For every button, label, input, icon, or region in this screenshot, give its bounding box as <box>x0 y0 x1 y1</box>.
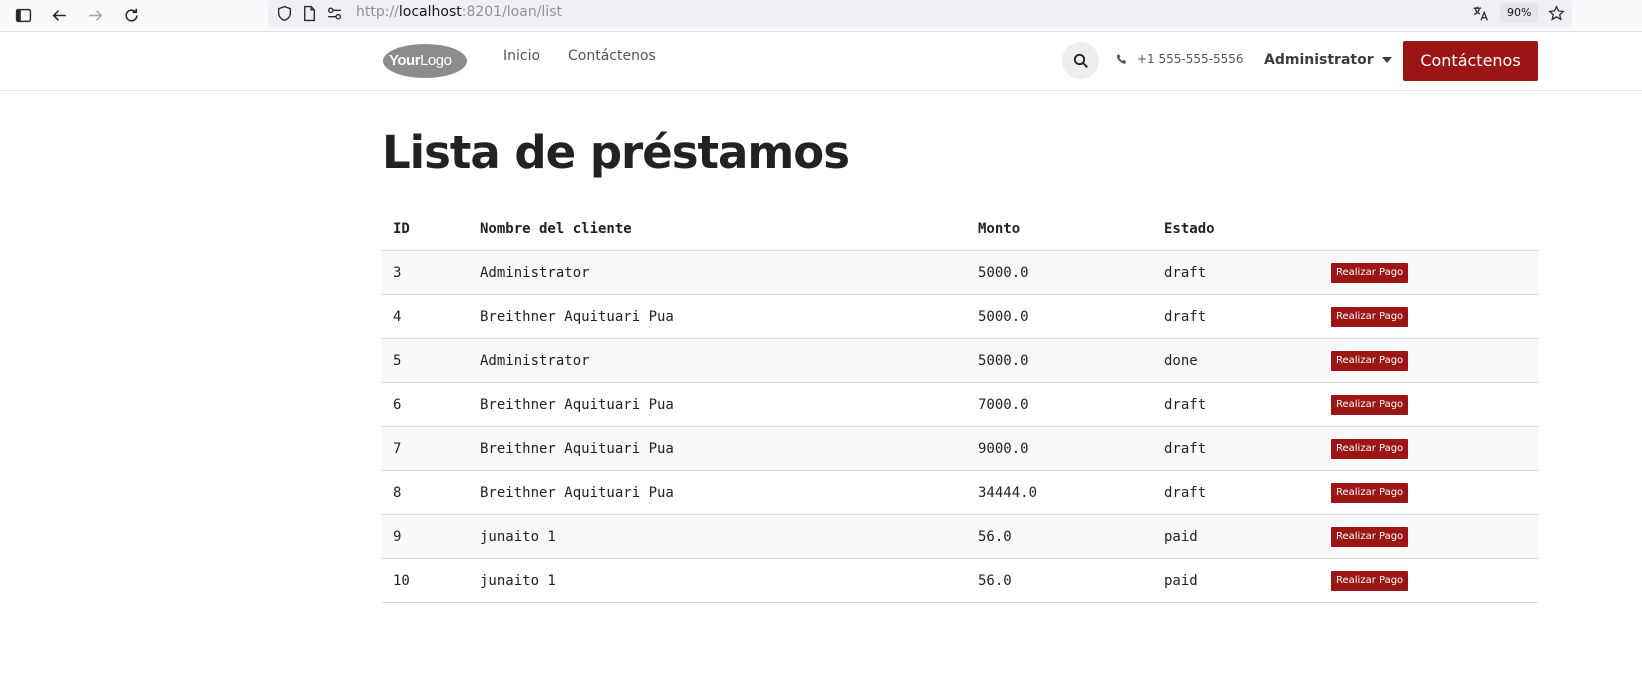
table-header-row: ID Nombre del cliente Monto Estado <box>382 207 1538 251</box>
column-header-actions <box>1320 207 1538 251</box>
permissions-icon[interactable] <box>323 2 345 24</box>
table-row: 6 Breithner Aquituari Pua 7000.0 draft R… <box>382 382 1538 427</box>
cell-state: draft <box>1153 294 1320 339</box>
cell-amount: 5000.0 <box>967 294 1153 339</box>
cell-state: draft <box>1153 382 1320 427</box>
forward-icon <box>84 4 106 26</box>
column-header-client: Nombre del cliente <box>469 207 967 251</box>
site-header: YourLogo Inicio Contáctenos +1 555-555-5… <box>0 32 1642 91</box>
bookmark-star-icon[interactable] <box>1545 2 1567 24</box>
phone-icon <box>1116 54 1127 64</box>
pay-button[interactable]: Realizar Pago <box>1331 570 1409 591</box>
cell-actions: Realizar Pago <box>1320 558 1538 603</box>
cell-id: 9 <box>382 514 469 559</box>
pay-button[interactable]: Realizar Pago <box>1331 438 1409 459</box>
cell-state: paid <box>1153 514 1320 559</box>
cell-id: 10 <box>382 558 469 603</box>
cell-state: paid <box>1153 558 1320 603</box>
user-menu[interactable]: Administrator <box>1264 52 1392 68</box>
url-text[interactable]: http://localhost:8201/loan/list <box>356 4 562 20</box>
table-row: 4 Breithner Aquituari Pua 5000.0 draft R… <box>382 294 1538 339</box>
cell-state: draft <box>1153 250 1320 295</box>
cell-actions: Realizar Pago <box>1320 382 1538 427</box>
cell-amount: 9000.0 <box>967 426 1153 471</box>
pay-button[interactable]: Realizar Pago <box>1331 306 1409 327</box>
table-row: 3 Administrator 5000.0 draft Realizar Pa… <box>382 250 1538 295</box>
cell-amount: 5000.0 <box>967 338 1153 383</box>
cell-state: draft <box>1153 426 1320 471</box>
cell-state: draft <box>1153 470 1320 515</box>
cell-client: Breithner Aquituari Pua <box>469 382 967 427</box>
pay-button[interactable]: Realizar Pago <box>1331 526 1409 547</box>
column-header-id: ID <box>382 207 469 251</box>
cell-client: Breithner Aquituari Pua <box>469 470 967 515</box>
cell-actions: Realizar Pago <box>1320 426 1538 471</box>
table-row: 9 junaito 1 56.0 paid Realizar Pago <box>382 514 1538 559</box>
cell-client: junaito 1 <box>469 558 967 603</box>
table-row: 7 Breithner Aquituari Pua 9000.0 draft R… <box>382 426 1538 471</box>
cell-id: 5 <box>382 338 469 383</box>
phone-number: +1 555-555-5556 <box>1137 52 1244 66</box>
cell-actions: Realizar Pago <box>1320 338 1538 383</box>
search-button[interactable] <box>1062 42 1099 79</box>
cell-client: Administrator <box>469 338 967 383</box>
cell-actions: Realizar Pago <box>1320 514 1538 559</box>
contact-button[interactable]: Contáctenos <box>1403 41 1538 81</box>
back-icon[interactable] <box>48 4 70 26</box>
cell-id: 3 <box>382 250 469 295</box>
url-scheme: http:// <box>356 4 399 20</box>
cell-id: 8 <box>382 470 469 515</box>
table-row: 5 Administrator 5000.0 done Realizar Pag… <box>382 338 1538 383</box>
cell-amount: 56.0 <box>967 514 1153 559</box>
pay-button[interactable]: Realizar Pago <box>1331 262 1409 283</box>
loan-table: ID Nombre del cliente Monto Estado 3 Adm… <box>382 207 1538 603</box>
cell-client: Breithner Aquituari Pua <box>469 294 967 339</box>
site-logo[interactable]: YourLogo <box>383 44 467 78</box>
cell-actions: Realizar Pago <box>1320 250 1538 295</box>
pay-button[interactable]: Realizar Pago <box>1331 350 1409 371</box>
column-header-amount: Monto <box>967 207 1153 251</box>
cell-id: 7 <box>382 426 469 471</box>
logo-text: YourLogo <box>389 52 452 69</box>
chevron-down-icon <box>1381 57 1392 63</box>
table-row: 8 Breithner Aquituari Pua 34444.0 draft … <box>382 470 1538 515</box>
column-header-state: Estado <box>1153 207 1320 251</box>
table-row: 10 junaito 1 56.0 paid Realizar Pago <box>382 558 1538 603</box>
shield-icon[interactable] <box>273 2 295 24</box>
page-title: Lista de préstamos <box>382 126 850 179</box>
translate-icon[interactable] <box>1469 2 1491 24</box>
cell-amount: 5000.0 <box>967 250 1153 295</box>
pay-button[interactable]: Realizar Pago <box>1331 482 1409 503</box>
address-bar[interactable]: http://localhost:8201/loan/list 90% <box>268 0 1572 27</box>
cell-actions: Realizar Pago <box>1320 294 1538 339</box>
cell-amount: 56.0 <box>967 558 1153 603</box>
reload-icon[interactable] <box>120 4 142 26</box>
cell-state: done <box>1153 338 1320 383</box>
nav-link-contactenos[interactable]: Contáctenos <box>568 48 656 64</box>
page-icon[interactable] <box>298 2 320 24</box>
header-phone[interactable]: +1 555-555-5556 <box>1116 52 1244 66</box>
cell-client: junaito 1 <box>469 514 967 559</box>
cell-client: Administrator <box>469 250 967 295</box>
user-name: Administrator <box>1264 52 1374 68</box>
nav-link-inicio[interactable]: Inicio <box>503 48 540 64</box>
sidebar-toggle-icon[interactable] <box>12 4 34 26</box>
url-path: :8201/loan/list <box>461 4 562 20</box>
url-host: localhost <box>398 4 462 20</box>
cell-client: Breithner Aquituari Pua <box>469 426 967 471</box>
zoom-level-badge[interactable]: 90% <box>1500 3 1539 23</box>
cell-id: 4 <box>382 294 469 339</box>
cell-amount: 7000.0 <box>967 382 1153 427</box>
cell-actions: Realizar Pago <box>1320 470 1538 515</box>
pay-button[interactable]: Realizar Pago <box>1331 394 1409 415</box>
browser-toolbar: http://localhost:8201/loan/list 90% <box>0 0 1642 32</box>
cell-id: 6 <box>382 382 469 427</box>
cell-amount: 34444.0 <box>967 470 1153 515</box>
search-icon <box>1073 53 1088 68</box>
